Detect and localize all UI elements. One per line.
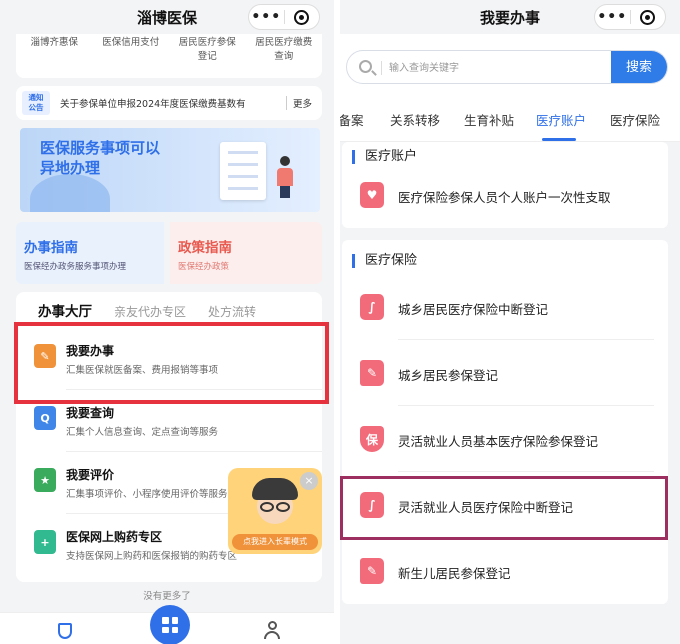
notice-bar[interactable]: 通知 公告 关于参保单位申报2024年度医保缴费基数有 更多 bbox=[16, 86, 322, 120]
list-item[interactable]: ✎ 新生儿居民参保登记 bbox=[342, 538, 668, 604]
avatar-icon bbox=[252, 478, 298, 528]
heart-icon: ♥ bbox=[360, 182, 384, 208]
search-button[interactable]: 搜索 bbox=[611, 51, 667, 83]
search-box: 搜索 bbox=[346, 50, 668, 84]
quick-link-payment-query[interactable]: 居民医疗缴费 查询 bbox=[246, 34, 323, 78]
service-desc: 汇集事项评价、小程序使用评价等服务 bbox=[66, 489, 228, 500]
quick-link-credit-pay[interactable]: 医保信用支付 bbox=[93, 34, 170, 78]
search-doc-icon: Q bbox=[34, 406, 56, 430]
no-more-text: 没有更多了 bbox=[143, 591, 191, 602]
item-label: 灵活就业人员基本医疗保险参保登记 bbox=[398, 434, 599, 449]
quick-links: 淄博齐惠保 医保信用支付 居民医疗参保 登记 居民医疗缴费 查询 bbox=[16, 34, 322, 78]
nav-bar: 淄博医保 ••• bbox=[0, 0, 334, 34]
mini-program-capsule: ••• bbox=[594, 4, 666, 30]
item-label: 医疗保险参保人员个人账户一次性支取 bbox=[398, 190, 611, 205]
service-desc: 支持医保网上购药和医保报销的购药专区 bbox=[66, 551, 238, 562]
section-medical-insurance: 医疗保险 ∫ 城乡居民医疗保险中断登记 ✎ 城乡居民参保登记 保 灵活就业人员基… bbox=[342, 240, 668, 604]
search-input[interactable] bbox=[389, 59, 609, 77]
target-icon bbox=[294, 9, 310, 25]
list-item[interactable]: ∫ 城乡居民医疗保险中断登记 bbox=[342, 274, 668, 340]
search-area: 搜索 bbox=[340, 34, 680, 94]
page-title: 我要办事 bbox=[479, 8, 540, 27]
service-title: 医保网上购药专区 bbox=[66, 530, 163, 544]
quick-link-resident-register[interactable]: 居民医疗参保 登记 bbox=[169, 34, 246, 78]
promo-banner[interactable]: 医保服务事项可以 异地办理 bbox=[20, 128, 320, 212]
tab-medical-insurance[interactable]: 医疗保险 bbox=[610, 110, 660, 129]
user-tab-icon[interactable] bbox=[264, 621, 280, 641]
service-guide-title: 办事指南 bbox=[24, 240, 78, 256]
item-label: 新生儿居民参保登记 bbox=[398, 566, 511, 581]
list-item[interactable]: 保 灵活就业人员基本医疗保险参保登记 bbox=[342, 406, 668, 472]
quick-link-qihuibao[interactable]: 淄博齐惠保 bbox=[16, 34, 93, 78]
service-title: 我要查询 bbox=[66, 406, 115, 420]
bottom-tab-bar bbox=[0, 605, 334, 644]
tab-transfer[interactable]: 关系转移 bbox=[390, 110, 440, 129]
elder-mode-label: 点我进入长辈模式 bbox=[232, 534, 318, 550]
shield-icon: 保 bbox=[360, 426, 384, 452]
close-miniprogram-button[interactable] bbox=[631, 9, 666, 25]
right-screen: 我要办事 ••• 搜索 医备案 关系转移 生育补贴 医疗账户 医疗保险 医疗账户… bbox=[340, 0, 680, 644]
notice-badge: 通知 公告 bbox=[22, 91, 50, 115]
medicine-icon: + bbox=[34, 530, 56, 554]
service-desc: 汇集医保就医备案、费用报销等事项 bbox=[66, 365, 219, 376]
edit-icon: ✎ bbox=[34, 344, 56, 368]
hall-tabs: 办事大厅 亲友代办专区 处方流转 bbox=[16, 292, 322, 328]
tab-filing[interactable]: 医备案 bbox=[340, 110, 364, 129]
service-title: 我要评价 bbox=[66, 468, 115, 482]
item-label: 城乡居民参保登记 bbox=[398, 368, 499, 383]
center-grid-button[interactable] bbox=[150, 605, 190, 644]
person-illustration bbox=[276, 156, 294, 200]
close-icon[interactable]: × bbox=[300, 472, 318, 490]
notice-text[interactable]: 关于参保单位申报2024年度医保缴费基数有 bbox=[60, 96, 280, 110]
grid-icon bbox=[162, 617, 178, 633]
tab-medical-account[interactable]: 医疗账户 bbox=[536, 110, 586, 129]
more-menu-button[interactable]: ••• bbox=[249, 9, 284, 25]
stethoscope-icon: ∫ bbox=[360, 294, 384, 320]
service-guide-subtitle: 医保经办政务服务事项办理 bbox=[24, 262, 127, 272]
category-tabs: 医备案 关系转移 生育补贴 医疗账户 医疗保险 bbox=[340, 94, 680, 142]
search-icon bbox=[359, 60, 372, 73]
document-illustration bbox=[220, 142, 266, 200]
item-label: 灵活就业人员医疗保险中断登记 bbox=[398, 500, 574, 515]
notebook-icon: ✎ bbox=[360, 558, 384, 584]
mini-program-capsule: ••• bbox=[248, 4, 320, 30]
star-icon: ★ bbox=[34, 468, 56, 492]
list-item[interactable]: ♥ 医疗保险参保人员个人账户一次性支取 bbox=[342, 162, 668, 228]
service-item-handle[interactable]: ✎ 我要办事 汇集医保就医备案、费用报销等事项 bbox=[16, 328, 322, 390]
page-title: 淄博医保 bbox=[136, 8, 197, 27]
active-tab-indicator bbox=[542, 138, 576, 141]
item-label: 城乡居民医疗保险中断登记 bbox=[398, 302, 549, 317]
tab-prescription[interactable]: 处方流转 bbox=[208, 303, 256, 328]
tab-service-hall[interactable]: 办事大厅 bbox=[38, 300, 92, 328]
banner-text: 医保服务事项可以 异地办理 bbox=[40, 139, 161, 177]
more-menu-button[interactable]: ••• bbox=[595, 9, 630, 25]
close-miniprogram-button[interactable] bbox=[285, 9, 320, 25]
service-desc: 汇集个人信息查询、定点查询等服务 bbox=[66, 427, 219, 438]
nav-bar: 我要办事 ••• bbox=[340, 0, 680, 34]
policy-guide-card[interactable]: 政策指南 医保经办政策 bbox=[170, 222, 322, 284]
target-icon bbox=[640, 9, 656, 25]
shield-tab-icon[interactable] bbox=[58, 623, 72, 639]
tab-proxy-zone[interactable]: 亲友代办专区 bbox=[114, 303, 186, 328]
list-item[interactable]: ∫ 灵活就业人员医疗保险中断登记 bbox=[342, 472, 668, 538]
leaf-decoration bbox=[30, 174, 110, 212]
service-item-query[interactable]: Q 我要查询 汇集个人信息查询、定点查询等服务 bbox=[16, 390, 322, 452]
service-title: 我要办事 bbox=[66, 344, 115, 358]
notice-more-link[interactable]: 更多 bbox=[286, 96, 312, 110]
left-screen: 淄博医保 ••• 淄博齐惠保 医保信用支付 居民医疗参保 登记 居民医疗缴费 查询 … bbox=[0, 0, 334, 644]
section-title: 医疗保险 bbox=[352, 254, 417, 268]
policy-guide-subtitle: 医保经办政策 bbox=[178, 262, 230, 272]
stethoscope-icon: ∫ bbox=[360, 492, 384, 518]
section-medical-account: 医疗账户 ♥ 医疗保险参保人员个人账户一次性支取 bbox=[342, 142, 668, 228]
notebook-icon: ✎ bbox=[360, 360, 384, 386]
tab-maternity[interactable]: 生育补贴 bbox=[464, 110, 514, 129]
service-guide-card[interactable]: 办事指南 医保经办政务服务事项办理 bbox=[16, 222, 164, 284]
policy-guide-title: 政策指南 bbox=[178, 240, 232, 256]
list-item[interactable]: ✎ 城乡居民参保登记 bbox=[342, 340, 668, 406]
